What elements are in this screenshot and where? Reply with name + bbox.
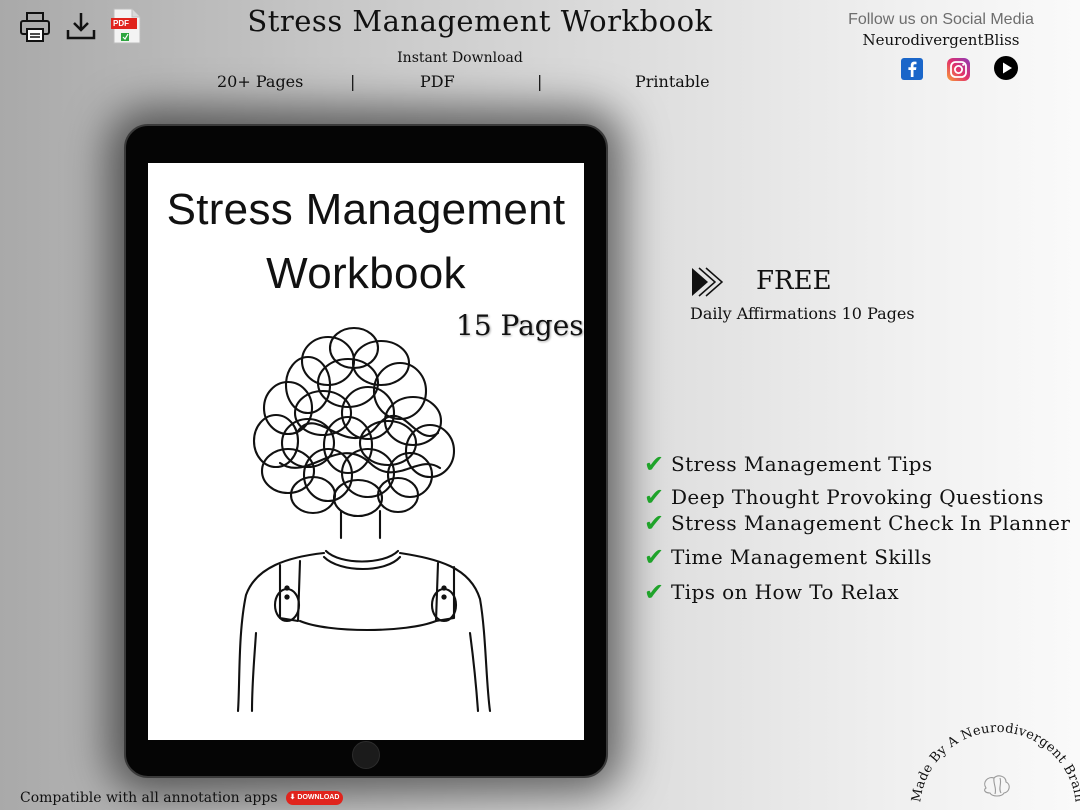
page-title: Stress Management Workbook [247,4,713,38]
free-bonus-label: FREE [756,266,832,296]
free-bonus-description: Daily Affirmations 10 Pages [690,304,915,323]
tablet-screen: Stress Management Workbook 15 Pages [148,163,584,740]
download-icon[interactable] [64,10,98,44]
stamp-text: Made By A Neurodivergent Brain [909,721,1080,804]
check-icon: ✔ [644,578,665,606]
svg-text:Made By A Neurodivergent Brain: Made By A Neurodivergent Brain [909,721,1080,804]
compatibility-note: Compatible with all annotation apps [20,790,278,806]
feature-pages: 20+ Pages [217,72,304,91]
feature-pdf: PDF [420,72,455,91]
brain-icon [984,775,1010,797]
pdf-badge-label: PDF [113,19,129,28]
feature-list-item: ✔ Time Management Skills [644,543,932,571]
printer-icon[interactable] [18,10,52,44]
check-icon: ✔ [644,450,665,478]
stressed-person-illustration [236,326,492,713]
feature-separator: | [350,72,356,91]
check-icon: ✔ [644,509,665,537]
feature-separator: | [537,72,543,91]
follow-us-label: Follow us on Social Media [848,11,1034,28]
fast-forward-icon [690,266,730,298]
tablet-home-button[interactable] [352,741,380,769]
feature-list-item: ✔ Tips on How To Relax [644,578,900,606]
pdf-file-icon[interactable]: PDF [109,7,143,45]
feature-list-item: ✔ Stress Management Tips [644,450,933,478]
feature-list-item: ✔ Deep Thought Provoking Questions [644,483,1044,511]
check-icon: ✔ [644,483,665,511]
play-icon[interactable] [993,55,1019,81]
check-icon: ✔ [644,543,665,571]
instant-download-label: Instant Download [397,50,523,66]
social-handle: NeurodivergentBliss [862,31,1020,49]
feature-printable: Printable [635,72,710,91]
made-by-stamp: Made By A Neurodivergent Brain [906,712,1080,810]
feature-list-item: ✔ Stress Management Check In Planner [644,509,1071,537]
facebook-icon[interactable] [900,57,924,81]
instagram-icon[interactable] [946,57,970,81]
download-badge[interactable]: ⬇ DOWNLOAD [286,791,343,805]
